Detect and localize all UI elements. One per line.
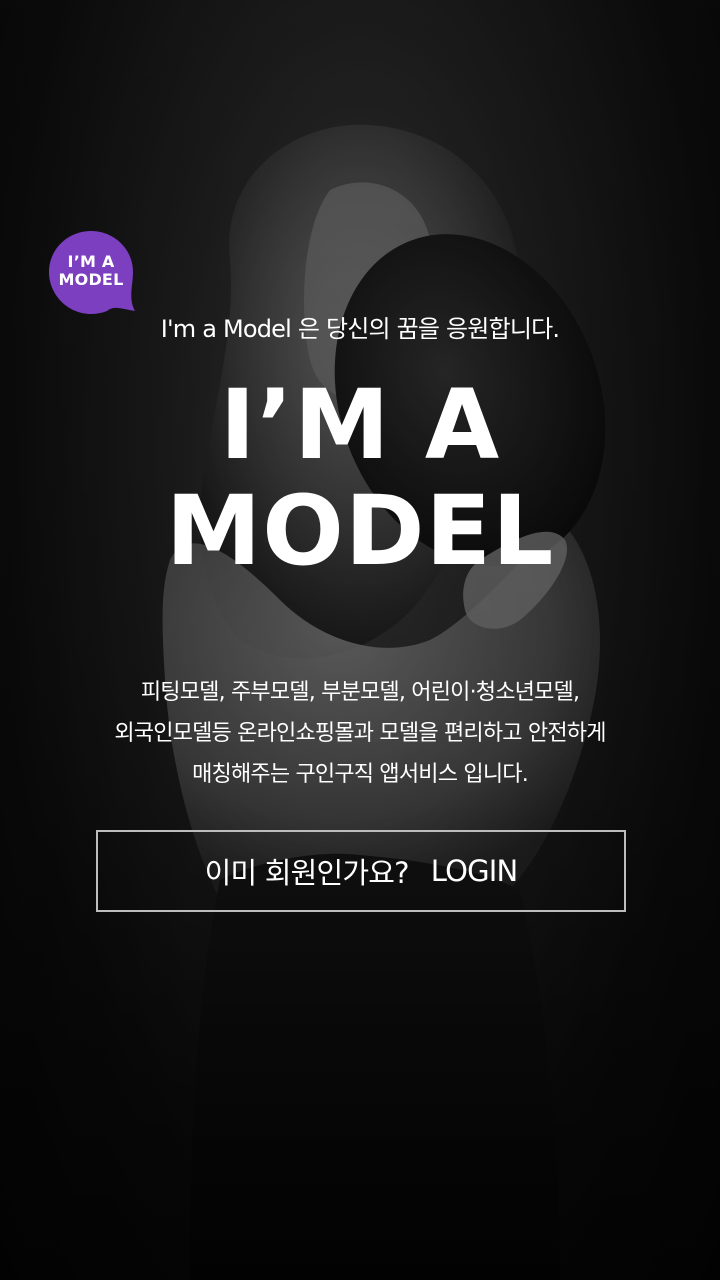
description-line-1: 피팅모델, 주부모델, 부분모델, 어린이·청소년모델, <box>140 680 580 705</box>
login-button[interactable]: 이미 회원인가요? LOGIN <box>96 830 626 912</box>
brand-badge: I’M A MODEL <box>49 231 135 315</box>
login-screen: I’M A MODEL I'm a Model 은 당신의 꿈을 응원합니다. … <box>0 0 720 1280</box>
service-description: 피팅모델, 주부모델, 부분모델, 어린이·청소년모델, 외국인모델등 온라인쇼… <box>0 672 720 795</box>
tagline: I'm a Model 은 당신의 꿈을 응원합니다. <box>160 315 560 343</box>
description-line-2: 외국인모델등 온라인쇼핑몰과 모델을 편리하고 안전하게 <box>114 721 606 746</box>
badge-line-1: I’M A <box>67 252 115 271</box>
badge-text: I’M A MODEL <box>49 253 133 289</box>
background-overlay <box>0 0 720 1280</box>
description-line-3: 매칭해주는 구인구직 앱서비스 입니다. <box>192 762 529 787</box>
main-logo: I’M A MODEL <box>0 372 720 584</box>
badge-line-2: MODEL <box>58 270 124 289</box>
login-question: 이미 회원인가요? <box>204 856 410 890</box>
logo-line-1: I’M A <box>219 369 501 481</box>
login-label: LOGIN <box>430 854 518 888</box>
logo-line-2: MODEL <box>165 475 555 587</box>
